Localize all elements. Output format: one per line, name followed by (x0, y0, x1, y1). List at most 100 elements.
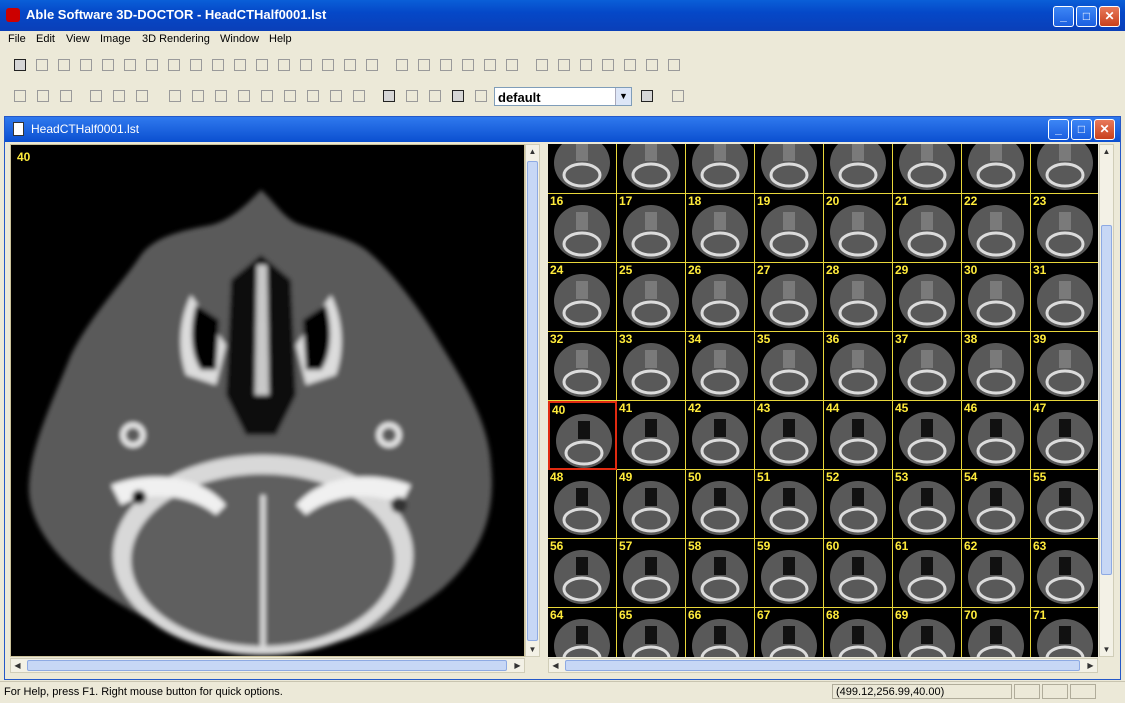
document-close-button[interactable]: ✕ (1094, 119, 1115, 140)
slice-thumbnail[interactable]: 51 (755, 470, 824, 539)
slice-thumbnail[interactable]: 39 (1031, 332, 1098, 401)
document-title-bar[interactable]: HeadCTHalf0001.lst _ □ ✕ (5, 117, 1120, 142)
toolbar-button[interactable] (109, 86, 129, 106)
slice-thumbnail[interactable]: 65 (617, 608, 686, 657)
toolbar-button[interactable] (164, 55, 184, 75)
slice-thumbnail[interactable] (548, 144, 617, 194)
toolbar-button[interactable] (326, 86, 346, 106)
slice-thumbnail[interactable]: 35 (755, 332, 824, 401)
toolbar-button[interactable] (10, 86, 30, 106)
toolbar-button[interactable] (296, 55, 316, 75)
slice-thumbnail[interactable] (1031, 144, 1098, 194)
toolbar-button[interactable] (76, 55, 96, 75)
slice-thumbnail[interactable]: 34 (686, 332, 755, 401)
slice-thumbnail[interactable] (824, 144, 893, 194)
viewer-hscroll-thumb[interactable] (27, 660, 507, 671)
slice-thumbnail[interactable]: 54 (962, 470, 1031, 539)
toolbar-button[interactable] (436, 55, 456, 75)
toolbar-button[interactable] (257, 86, 277, 106)
slice-thumbnail[interactable]: 66 (686, 608, 755, 657)
slice-thumbnail[interactable]: 71 (1031, 608, 1098, 657)
toolbar-button[interactable] (340, 55, 360, 75)
document-maximize-button[interactable]: □ (1071, 119, 1092, 140)
close-button[interactable]: ✕ (1099, 6, 1120, 27)
style-combobox[interactable]: default ▼ (494, 87, 632, 106)
slice-thumbnail[interactable]: 53 (893, 470, 962, 539)
slice-thumbnail[interactable]: 28 (824, 263, 893, 332)
toolbar-button[interactable] (425, 86, 445, 106)
slice-thumbnail[interactable]: 17 (617, 194, 686, 263)
scroll-down-icon[interactable]: ▼ (526, 643, 539, 656)
toolbar-button[interactable] (98, 55, 118, 75)
grid-vscroll-thumb[interactable] (1101, 225, 1112, 575)
toolbar-button[interactable] (303, 86, 323, 106)
scroll-right-icon[interactable]: ▶ (1084, 659, 1097, 672)
toolbar-button[interactable] (142, 55, 162, 75)
scroll-right-icon[interactable]: ▶ (511, 659, 524, 672)
slice-thumbnail[interactable]: 70 (962, 608, 1031, 657)
slice-thumbnail[interactable]: 68 (824, 608, 893, 657)
slice-thumbnail[interactable]: 33 (617, 332, 686, 401)
slice-thumbnail[interactable]: 18 (686, 194, 755, 263)
scroll-up-icon[interactable]: ▲ (1100, 145, 1113, 158)
slice-thumbnail[interactable]: 61 (893, 539, 962, 608)
slice-thumbnail[interactable]: 49 (617, 470, 686, 539)
slice-thumbnail[interactable]: 64 (548, 608, 617, 657)
toolbar-button[interactable] (120, 55, 140, 75)
toolbar-button[interactable] (33, 86, 53, 106)
slice-thumbnail[interactable]: 45 (893, 401, 962, 470)
toolbar-button[interactable] (132, 86, 152, 106)
toolbar-button[interactable] (402, 86, 422, 106)
slice-thumbnail[interactable]: 69 (893, 608, 962, 657)
toolbar-button[interactable] (664, 55, 684, 75)
maximize-button[interactable]: □ (1076, 6, 1097, 27)
slice-thumbnail[interactable]: 24 (548, 263, 617, 332)
slice-thumbnail[interactable]: 30 (962, 263, 1031, 332)
viewer-vertical-scrollbar[interactable]: ▲ ▼ (525, 144, 540, 657)
toolbar-button[interactable] (458, 55, 478, 75)
toolbar-button[interactable] (392, 55, 412, 75)
menu-image[interactable]: Image (100, 33, 131, 45)
toolbar-button[interactable] (32, 55, 52, 75)
menu-edit[interactable]: Edit (36, 33, 55, 45)
scroll-left-icon[interactable]: ◀ (11, 659, 24, 672)
slice-thumbnail[interactable]: 59 (755, 539, 824, 608)
toolbar-button[interactable] (318, 55, 338, 75)
slice-thumbnail[interactable]: 62 (962, 539, 1031, 608)
toolbar-button[interactable] (471, 86, 491, 106)
grid-hscroll-thumb[interactable] (565, 660, 1080, 671)
slice-thumbnail[interactable]: 19 (755, 194, 824, 263)
toolbar-button[interactable] (637, 86, 657, 106)
slice-thumbnail[interactable]: 56 (548, 539, 617, 608)
toolbar-button[interactable] (54, 55, 74, 75)
slice-thumbnail[interactable]: 31 (1031, 263, 1098, 332)
slice-thumbnail[interactable]: 55 (1031, 470, 1098, 539)
scroll-down-icon[interactable]: ▼ (1100, 643, 1113, 656)
slice-thumbnail[interactable]: 50 (686, 470, 755, 539)
slice-thumbnail[interactable]: 67 (755, 608, 824, 657)
grid-horizontal-scrollbar[interactable]: ◀ ▶ (548, 658, 1098, 673)
toolbar-button[interactable] (186, 55, 206, 75)
menu-file[interactable]: File (8, 33, 26, 45)
toolbar-button[interactable] (230, 55, 250, 75)
toolbar-button[interactable] (532, 55, 552, 75)
slice-thumbnail[interactable]: 48 (548, 470, 617, 539)
slice-thumbnail[interactable] (617, 144, 686, 194)
slice-thumbnail[interactable] (686, 144, 755, 194)
slice-thumbnail[interactable]: 43 (755, 401, 824, 470)
viewer-vscroll-thumb[interactable] (527, 161, 538, 641)
slice-thumbnail[interactable]: 38 (962, 332, 1031, 401)
menu-window[interactable]: Window (220, 33, 259, 45)
slice-thumbnail[interactable]: 46 (962, 401, 1031, 470)
toolbar-button[interactable] (211, 86, 231, 106)
slice-thumbnail[interactable]: 44 (824, 401, 893, 470)
toolbar-button[interactable] (620, 55, 640, 75)
chevron-down-icon[interactable]: ▼ (615, 88, 631, 105)
slice-thumbnail[interactable]: 25 (617, 263, 686, 332)
slice-thumbnail[interactable]: 36 (824, 332, 893, 401)
slice-thumbnail[interactable]: 37 (893, 332, 962, 401)
toolbar-button[interactable] (10, 55, 30, 75)
slice-thumbnail[interactable]: 47 (1031, 401, 1098, 470)
slice-thumbnail[interactable]: 63 (1031, 539, 1098, 608)
toolbar-button[interactable] (349, 86, 369, 106)
